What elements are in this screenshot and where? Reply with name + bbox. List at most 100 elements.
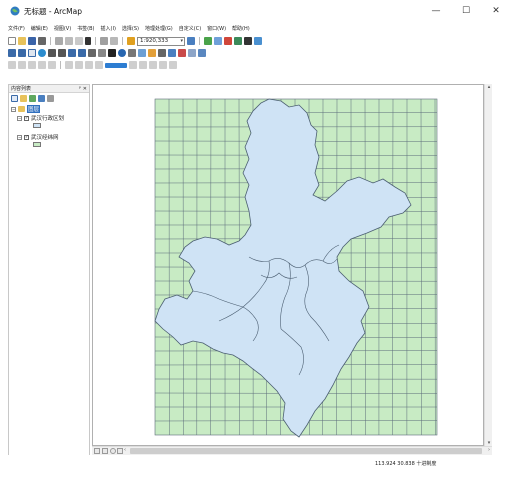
line-color-icon[interactable] — [95, 61, 103, 69]
copy-icon[interactable] — [65, 37, 73, 45]
viewer-window-icon[interactable] — [198, 49, 206, 57]
save-icon[interactable] — [28, 37, 36, 45]
list-by-selection-icon[interactable] — [38, 95, 45, 102]
menu-insert[interactable]: 插入(I) — [101, 24, 116, 34]
forward-extent-icon[interactable] — [78, 49, 86, 57]
pause-drawing-icon[interactable] — [117, 448, 123, 454]
layer-name[interactable]: 武汉经纬网 — [31, 133, 59, 141]
html-popup-icon[interactable] — [138, 49, 146, 57]
font-size-icon[interactable] — [129, 61, 137, 69]
align-tool-icon[interactable] — [48, 61, 56, 69]
menu-customize[interactable]: 自定义(C) — [179, 24, 201, 34]
layer-item[interactable]: − ✓ 武汉经纬网 — [17, 133, 59, 141]
layer-visibility-checkbox[interactable]: ✓ — [24, 134, 29, 140]
italic-icon[interactable] — [149, 61, 157, 69]
draw-tool-icon[interactable] — [8, 61, 16, 69]
rectangle-tool-icon[interactable] — [18, 61, 26, 69]
scrollbar-thumb[interactable] — [130, 448, 482, 454]
cut-icon[interactable] — [55, 37, 63, 45]
list-by-drawing-order-icon[interactable] — [11, 95, 18, 102]
polygon-symbol-icon[interactable] — [33, 123, 41, 128]
font-color-icon[interactable] — [169, 61, 177, 69]
hyperlink-icon[interactable] — [128, 49, 136, 57]
text-tool-icon[interactable] — [28, 61, 36, 69]
color-swatch-icon[interactable] — [105, 62, 127, 68]
zoom-in-icon[interactable] — [8, 49, 16, 57]
redo-icon[interactable] — [110, 37, 118, 45]
find-route-icon[interactable] — [168, 49, 176, 57]
open-folder-icon[interactable] — [18, 37, 26, 45]
minimize-button[interactable]: — — [421, 3, 451, 19]
vertical-scrollbar[interactable]: ▴ ▾ — [484, 84, 492, 446]
rotate-tool-icon[interactable] — [38, 61, 46, 69]
new-document-icon[interactable] — [8, 37, 16, 45]
menu-help[interactable]: 帮助(H) — [232, 24, 250, 34]
fixed-zoom-in-icon[interactable] — [48, 49, 56, 57]
print-icon[interactable] — [38, 37, 46, 45]
group-tool-icon[interactable] — [65, 61, 73, 69]
map-display[interactable] — [92, 84, 484, 446]
menu-bookmarks[interactable]: 书签(B) — [77, 24, 94, 34]
layer-symbol[interactable] — [33, 142, 41, 147]
close-icon[interactable]: ✕ — [83, 86, 87, 92]
data-view-icon[interactable] — [94, 448, 100, 454]
order-tool-icon[interactable] — [75, 61, 83, 69]
search-window-icon[interactable] — [224, 37, 232, 45]
scroll-up-icon[interactable]: ▴ — [485, 84, 493, 90]
menu-edit[interactable]: 编辑(E) — [31, 24, 48, 34]
find-icon[interactable] — [158, 49, 166, 57]
clear-selection-icon[interactable] — [98, 49, 106, 57]
menu-geoprocessing[interactable]: 地理处理(G) — [145, 24, 173, 34]
editor-toolbar-icon[interactable] — [187, 37, 195, 45]
menu-view[interactable]: 视图(V) — [54, 24, 71, 34]
layer-item[interactable]: − ✓ 武汉行政区划 — [17, 114, 64, 122]
undo-icon[interactable] — [100, 37, 108, 45]
layout-view-icon[interactable] — [102, 448, 108, 454]
collapse-icon[interactable]: − — [17, 115, 22, 121]
layer-visibility-checkbox[interactable]: ✓ — [24, 115, 29, 121]
fill-color-icon[interactable] — [85, 61, 93, 69]
delete-icon[interactable] — [85, 37, 91, 45]
pin-icon[interactable]: ᵖ — [79, 86, 81, 92]
maximize-button[interactable]: ☐ — [451, 3, 481, 19]
arctoolbox-icon[interactable] — [234, 37, 242, 45]
menu-windows[interactable]: 窗口(W) — [207, 24, 226, 34]
layer-root-label[interactable]: 图层 — [27, 105, 41, 113]
underline-icon[interactable] — [159, 61, 167, 69]
model-builder-icon[interactable] — [254, 37, 262, 45]
layer-root-node[interactable]: − 图层 — [11, 105, 41, 113]
measure-icon[interactable] — [148, 49, 156, 57]
collapse-icon[interactable]: − — [17, 134, 22, 140]
zoom-out-icon[interactable] — [18, 49, 26, 57]
fixed-zoom-out-icon[interactable] — [58, 49, 66, 57]
paste-icon[interactable] — [75, 37, 83, 45]
go-to-xy-icon[interactable] — [178, 49, 186, 57]
list-by-visibility-icon[interactable] — [29, 95, 36, 102]
refresh-view-icon[interactable] — [110, 448, 116, 454]
table-of-contents-icon[interactable] — [204, 37, 212, 45]
bold-icon[interactable] — [139, 61, 147, 69]
close-button[interactable]: ✕ — [481, 3, 511, 19]
list-by-source-icon[interactable] — [20, 95, 27, 102]
select-features-icon[interactable] — [88, 49, 96, 57]
menu-file[interactable]: 文件(F) — [8, 24, 25, 34]
identify-icon[interactable] — [118, 49, 126, 57]
layer-symbol[interactable] — [33, 123, 41, 128]
scroll-right-icon[interactable]: › — [488, 447, 490, 453]
back-extent-icon[interactable] — [68, 49, 76, 57]
python-icon[interactable] — [244, 37, 252, 45]
time-slider-icon[interactable] — [188, 49, 196, 57]
menu-selection[interactable]: 选择(S) — [122, 24, 139, 34]
pan-icon[interactable] — [28, 49, 36, 57]
full-extent-icon[interactable] — [38, 49, 46, 57]
layer-name[interactable]: 武汉行政区划 — [31, 114, 64, 122]
scroll-left-icon[interactable]: ‹ — [124, 447, 126, 453]
catalog-icon[interactable] — [214, 37, 222, 45]
map-scale-combo[interactable]: 1:920,333 ▾ — [137, 36, 185, 46]
options-icon[interactable] — [47, 95, 54, 102]
select-elements-icon[interactable] — [108, 49, 116, 57]
add-data-icon[interactable] — [127, 37, 135, 45]
horizontal-scrollbar[interactable]: ‹ › — [92, 446, 492, 455]
collapse-icon[interactable]: − — [11, 106, 16, 112]
map-canvas[interactable] — [93, 85, 483, 445]
